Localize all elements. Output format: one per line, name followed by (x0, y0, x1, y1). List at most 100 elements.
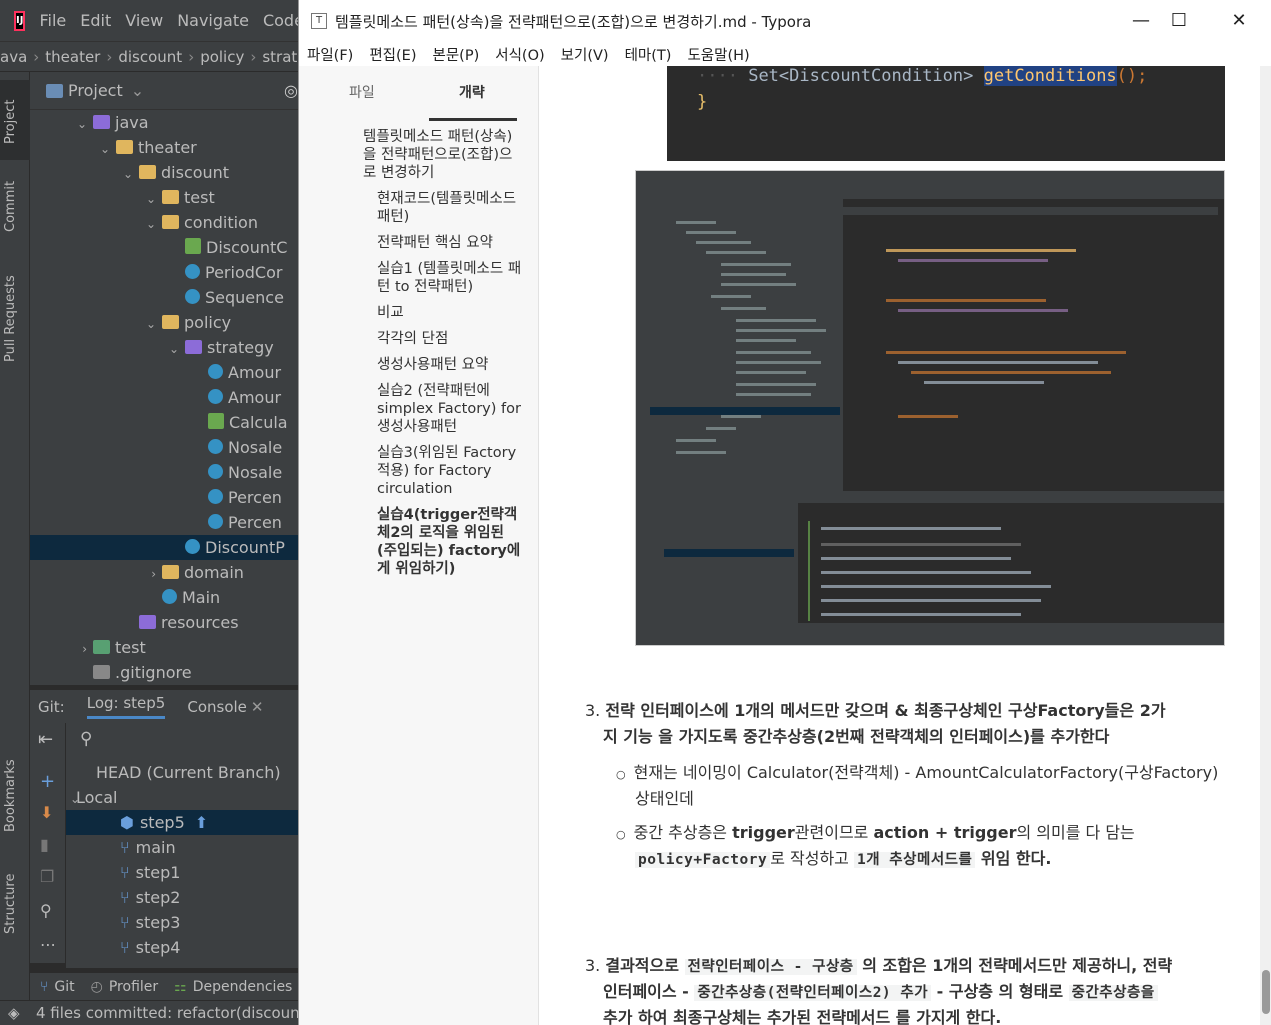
add-icon[interactable]: + (40, 771, 55, 792)
tab-profiler[interactable]: Profiler (109, 979, 158, 995)
menu-file[interactable]: 파일(F) (307, 44, 353, 65)
tab-project[interactable]: Project (3, 100, 18, 144)
compare-icon[interactable]: ❐ (40, 867, 54, 886)
target-icon[interactable]: ◎ (284, 81, 298, 100)
git-panel-label: Git: (38, 697, 65, 716)
embedded-ide-screenshot[interactable] (635, 170, 1225, 646)
breadcrumb-item[interactable]: ava (0, 48, 27, 66)
tab-bookmarks[interactable]: Bookmarks (3, 759, 18, 832)
tree-item[interactable]: PeriodCor (30, 260, 300, 285)
tab-git[interactable]: Git (54, 979, 74, 995)
tab-structure[interactable]: Structure (3, 874, 18, 934)
tree-item[interactable]: ⌄ condition (30, 210, 300, 235)
scrollbar[interactable] (1260, 66, 1271, 1025)
branch-item[interactable]: HEAD (Current Branch) (66, 760, 300, 785)
menu-view[interactable]: 보기(V) (561, 44, 609, 65)
tree-item[interactable]: ⌄ discount (30, 160, 300, 185)
tree-item[interactable]: Nosale (30, 460, 300, 485)
tree-item[interactable]: › test (30, 635, 300, 660)
close-icon[interactable]: ✕ (251, 698, 264, 716)
maximize-button[interactable]: ☐ (1159, 8, 1199, 34)
fetch-icon[interactable]: ⬇ (40, 803, 53, 822)
tree-item[interactable]: resources (30, 610, 300, 635)
tree-item[interactable]: ⌄ theater (30, 135, 300, 160)
project-header-label[interactable]: Project (68, 81, 123, 100)
menu-help[interactable]: 도움말(H) (687, 44, 749, 65)
inline-code: policy+Factory (635, 852, 771, 868)
tab-outline[interactable]: 개략 (459, 82, 485, 102)
close-button[interactable]: ✕ (1219, 8, 1259, 34)
tab-dependencies[interactable]: Dependencies (193, 979, 293, 995)
outline-item[interactable]: 생성사용패턴 요약 (377, 356, 523, 374)
tree-item[interactable]: DiscountP (30, 535, 300, 560)
chevron-icon[interactable]: ⌄ (73, 112, 87, 137)
ide-menu-file[interactable]: File (39, 11, 66, 30)
tree-item[interactable]: ⌄ strategy (30, 335, 300, 360)
tab-commit[interactable]: Commit (3, 181, 18, 232)
chevron-icon[interactable]: ⌄ (142, 312, 156, 337)
outline-item[interactable]: 각각의 단점 (377, 330, 523, 348)
outline-item[interactable]: 전략패턴 핵심 요약 (377, 234, 523, 252)
chevron-icon[interactable]: ⌄ (165, 337, 179, 362)
tab-pull-requests[interactable]: Pull Requests (3, 275, 18, 362)
tab-git-log[interactable]: Log: step5 (86, 694, 166, 719)
tree-item[interactable]: › domain (30, 560, 300, 585)
breadcrumb-item[interactable]: policy (200, 48, 244, 66)
branch-item[interactable]: ⑂ step2 (66, 885, 300, 910)
branch-item[interactable]: ⑂ step4 (66, 935, 300, 960)
tree-item[interactable]: ⌄ policy (30, 310, 300, 335)
outline-item[interactable]: 현재코드(템플릿메소드 패턴) (377, 190, 523, 226)
chevron-down-icon[interactable]: ⌄ (131, 81, 144, 100)
breadcrumb-item[interactable]: strateg (262, 48, 300, 66)
outline-item[interactable]: 실습4(trigger전략객체2의 로직을 위임된(주입되는) factory에… (377, 506, 523, 578)
tree-item[interactable]: Percen (30, 485, 300, 510)
outline-item[interactable]: 실습2 (전략패턴에 simplex Factory) for 생성사용패턴 (377, 382, 523, 436)
tab-files[interactable]: 파일 (349, 82, 375, 102)
tree-item[interactable]: Sequence (30, 285, 300, 310)
ide-menu-edit[interactable]: Edit (80, 11, 111, 30)
ide-menu-navigate[interactable]: Navigate (177, 11, 249, 30)
chevron-icon[interactable]: ⌄ (119, 162, 133, 187)
outline-item[interactable]: 실습3(위임된 Factory 적용) for Factory circulat… (377, 444, 523, 498)
tab-console[interactable]: Console (187, 698, 247, 716)
ide-menu-view[interactable]: View (125, 11, 163, 30)
chevron-icon[interactable]: ⌄ (96, 137, 110, 162)
search-icon[interactable]: ⚲ (40, 901, 52, 920)
outline-item[interactable]: 실습1 (템플릿메소드 패턴 to 전략패턴) (377, 260, 523, 296)
tree-item[interactable]: Calcula (30, 410, 300, 435)
tree-item[interactable]: ⌄ java (30, 110, 300, 135)
breadcrumb-item[interactable]: theater (45, 48, 100, 66)
outline-item[interactable]: 템플릿메소드 패턴(상속)을 전략패턴으로(조합)으로 변경하기 (363, 128, 523, 182)
menu-edit[interactable]: 편집(E) (369, 44, 416, 65)
menu-theme[interactable]: 테마(T) (625, 44, 672, 65)
branch-item[interactable]: ⑂ step1 (66, 860, 300, 885)
tree-item[interactable]: Main (30, 585, 300, 610)
delete-icon[interactable]: ▮ (40, 835, 49, 854)
tree-item[interactable]: .gitignore (30, 660, 300, 685)
code-line[interactable]: ···· Set<DiscountCondition> getCondition… (697, 66, 1147, 86)
scrollbar-thumb[interactable] (1262, 970, 1270, 1014)
branch-item[interactable]: ⬢ step5 ⬆ (66, 810, 300, 835)
outline-item[interactable]: 비교 (377, 304, 523, 322)
more-icon[interactable]: ⋯ (40, 935, 56, 954)
tree-item[interactable]: Amour (30, 360, 300, 385)
menu-paragraph[interactable]: 본문(P) (433, 44, 480, 65)
chevron-icon[interactable]: › (73, 637, 87, 662)
code-line[interactable]: } (697, 92, 707, 112)
collapse-icon[interactable]: ⇤ (38, 729, 53, 750)
branch-item[interactable]: ⑂ main (66, 835, 300, 860)
tree-item[interactable]: Amour (30, 385, 300, 410)
search-icon[interactable]: ⚲ (80, 729, 92, 749)
branch-item[interactable]: ⑂ step3 (66, 910, 300, 935)
chevron-icon[interactable]: ⌄ (142, 212, 156, 237)
menu-format[interactable]: 서식(O) (495, 44, 544, 65)
tree-item[interactable]: DiscountC (30, 235, 300, 260)
minimize-button[interactable]: — (1121, 8, 1161, 34)
chevron-icon[interactable]: ⌄ (142, 187, 156, 212)
tree-item[interactable]: Nosale (30, 435, 300, 460)
tree-item[interactable]: ⌄ test (30, 185, 300, 210)
breadcrumb-item[interactable]: discount (118, 48, 182, 66)
tree-item[interactable]: Percen (30, 510, 300, 535)
branch-item[interactable]: ⌄Local (66, 785, 300, 810)
chevron-icon[interactable]: › (142, 562, 156, 587)
